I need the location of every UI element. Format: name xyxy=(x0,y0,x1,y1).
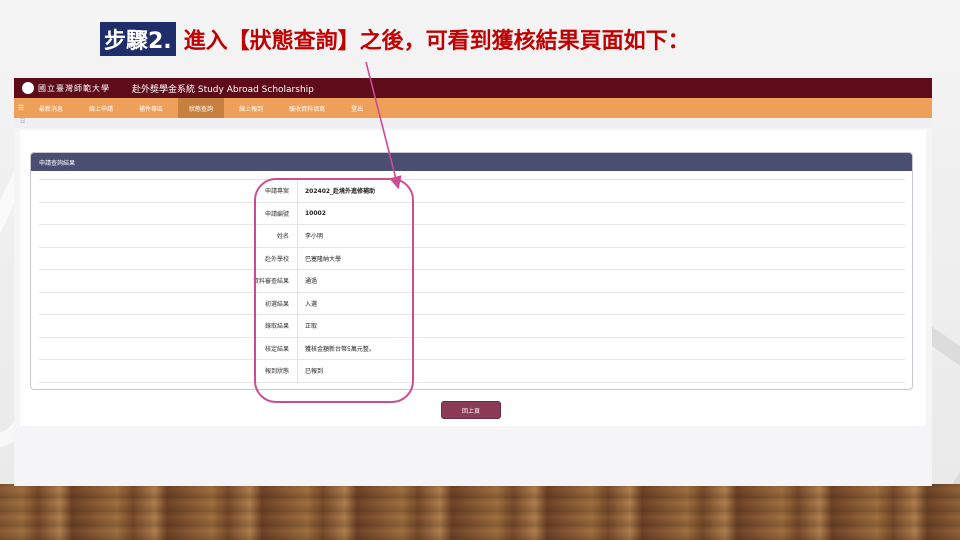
row-label: 申請編號 xyxy=(264,210,289,218)
slide-caption: 步驟2. 進入【狀態查詢】之後，可看到獲核結果頁面如下： xyxy=(100,22,690,56)
back-button[interactable]: 回上頁 xyxy=(441,401,501,419)
university-name: 國立臺灣師範大學 xyxy=(38,83,110,93)
table-row: 報到狀態 已報到 xyxy=(39,360,905,383)
menu-item-checkin[interactable]: 線上報到 xyxy=(228,98,274,118)
menu-item-news[interactable]: 最新消息 xyxy=(28,98,74,118)
menu-item-supplement[interactable]: 補件專區 xyxy=(128,98,174,118)
menu-item-apply[interactable]: 線上申請 xyxy=(78,98,124,118)
result-table: 申請專案 202402_赴境外進修補助 申請編號 10002 姓名 李小明 赴外… xyxy=(39,179,905,389)
main-menu: ☰ 最新消息 線上申請 補件專區 狀態查詢 線上報到 驗收資料填寫 登出 xyxy=(14,98,932,118)
result-panel: 申請查詢結果 申請專案 202402_赴境外進修補助 申請編號 10002 姓名… xyxy=(30,152,913,390)
table-row: 申請編號 10002 xyxy=(39,202,905,225)
caption-text: 進入【狀態查詢】之後，可看到獲核結果頁面如下： xyxy=(183,29,690,54)
row-label: 資料審查結果 xyxy=(252,278,289,286)
university-logo-icon xyxy=(22,82,34,94)
row-label: 赴外學校 xyxy=(264,255,289,263)
panel-title: 申請查詢結果 xyxy=(31,153,912,171)
app-topbar: 國立臺灣師範大學 赴外獎學金系統 Study Abroad Scholarshi… xyxy=(14,78,932,98)
wood-floor xyxy=(0,484,960,540)
row-label: 錄取結果 xyxy=(264,323,289,331)
row-label: 初選結果 xyxy=(264,300,289,308)
table-row: 赴外學校 巴塞隆納大學 xyxy=(39,247,905,270)
menu-item-logout[interactable]: 登出 xyxy=(340,98,374,118)
row-label: 申請專案 xyxy=(264,188,289,196)
row-label: 核定結果 xyxy=(264,345,289,353)
menu-item-status[interactable]: 狀態查詢 xyxy=(178,98,225,118)
table-row: 申請專案 202402_赴境外進修補助 xyxy=(39,180,905,203)
app-screenshot: 國立臺灣師範大學 赴外獎學金系統 Study Abroad Scholarshi… xyxy=(14,78,932,486)
sub-toolbar-icon: ☷ xyxy=(20,118,26,125)
row-label: 姓名 xyxy=(276,233,289,241)
table-row: 初選結果 入選 xyxy=(39,292,905,315)
table-row: 姓名 李小明 xyxy=(39,225,905,248)
step-label: 步驟2. xyxy=(100,22,176,56)
sub-toolbar: ☷ xyxy=(14,118,932,128)
menu-item-acceptance[interactable]: 驗收資料填寫 xyxy=(278,98,336,118)
table-row: 資料審查結果 通過 xyxy=(39,270,905,293)
table-row: 核定結果 獲核金額新台幣5萬元整。 xyxy=(39,337,905,360)
highlight-callout xyxy=(254,178,414,403)
table-row: 錄取結果 正取 xyxy=(39,315,905,338)
system-title: 赴外獎學金系統 Study Abroad Scholarship xyxy=(132,84,314,95)
row-label: 報到狀態 xyxy=(264,368,289,376)
menu-toggle-icon[interactable]: ☰ xyxy=(14,98,28,118)
